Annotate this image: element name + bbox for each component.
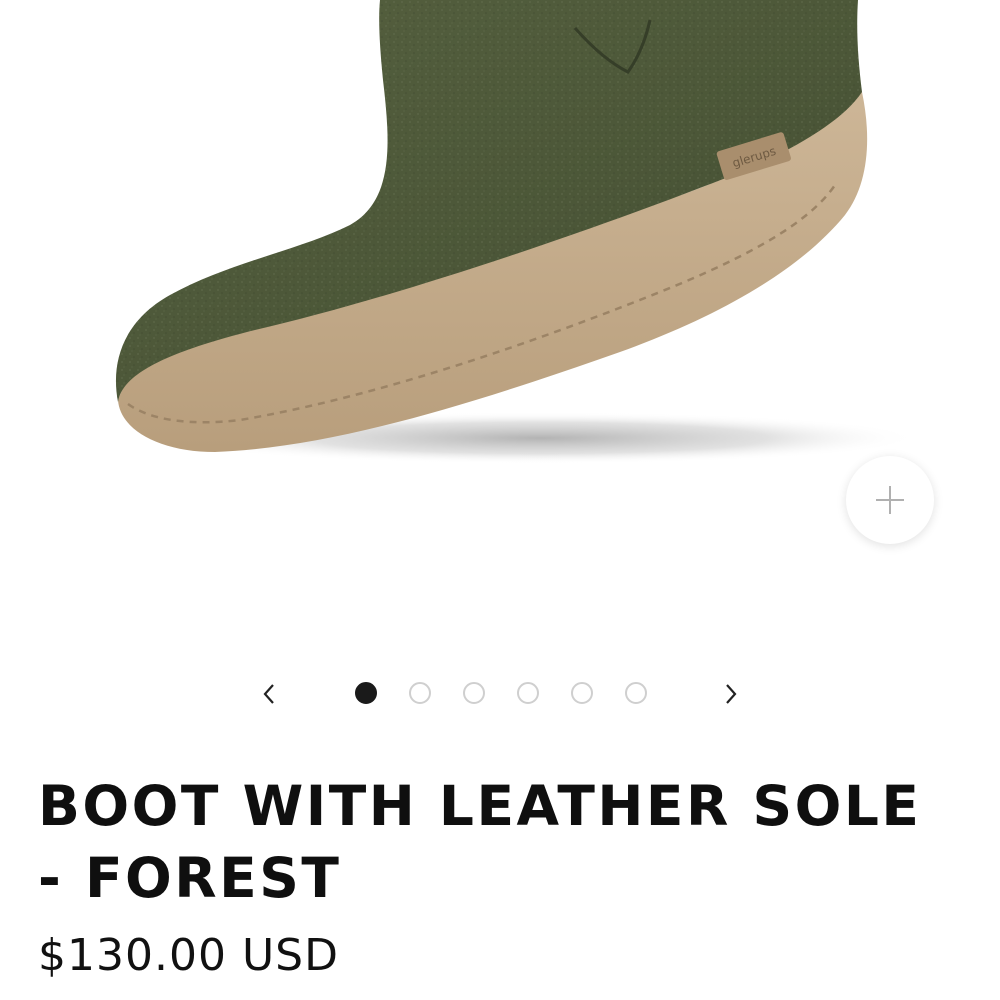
product-image[interactable]: glerups — [0, 0, 1000, 640]
chevron-left-icon — [263, 684, 274, 704]
plus-icon — [876, 486, 904, 514]
chevron-right-icon — [726, 684, 737, 704]
gallery-dot-4[interactable] — [517, 682, 539, 704]
gallery-dot-6[interactable] — [625, 682, 647, 704]
zoom-button[interactable] — [846, 456, 934, 544]
gallery-dot-2[interactable] — [409, 682, 431, 704]
gallery-dot-3[interactable] — [463, 682, 485, 704]
product-page: glerups BOOT WITH LEATHER SOLE - FOREST … — [0, 0, 1000, 1000]
product-title: BOOT WITH LEATHER SOLE - FOREST — [38, 774, 922, 910]
gallery-dot-5[interactable] — [571, 682, 593, 704]
product-price: $130.00 USD — [38, 930, 339, 981]
gallery-dot-1[interactable] — [355, 682, 377, 704]
image-gallery-navigation — [0, 668, 1000, 720]
previous-image-button[interactable] — [252, 676, 288, 712]
next-image-button[interactable] — [712, 676, 748, 712]
felt-boot-illustration: glerups — [115, 0, 920, 464]
